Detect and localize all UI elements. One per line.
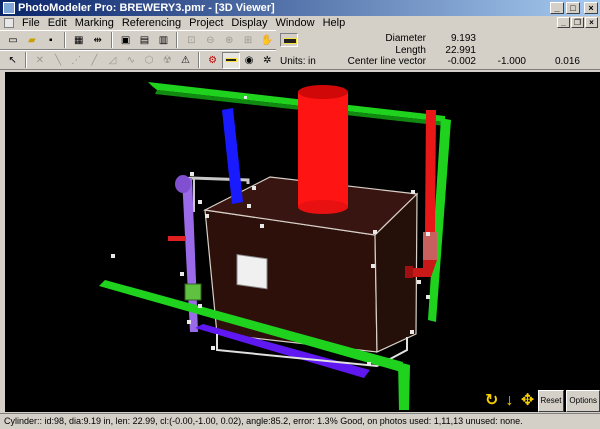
close-button[interactable]: ×	[584, 2, 598, 14]
centerline-y: -1.000	[497, 56, 526, 67]
child-restore-button[interactable]: ❐	[571, 17, 584, 28]
ball-icon[interactable]: ◉	[241, 52, 258, 69]
chart-icon[interactable]: ▥	[154, 32, 172, 49]
walk-icon[interactable]: ⚙	[204, 52, 221, 69]
title-bar: PhotoModeler Pro: BREWERY3.pmr - [3D Vie…	[0, 0, 600, 16]
surface-mark-icon[interactable]: ⬡	[140, 52, 157, 69]
rotate-icon[interactable]: ↻	[484, 392, 500, 410]
photo-table-icon[interactable]: ▦	[70, 32, 88, 49]
measure-panel: Diameter 9.193 Length 22.991 Units: in C…	[276, 30, 600, 70]
link-photos-icon[interactable]: ⇹	[89, 32, 107, 49]
units-value: in	[308, 56, 316, 67]
path-mark-icon[interactable]: ╱	[86, 52, 103, 69]
marking-toolbar: ↖ ✕ ╲ ⋰ ╱ ◿ ∿ ⬡ ☢ ⚠ ⚙ ◉ ✲	[0, 50, 276, 70]
viewer-controls: ↻ ↓ ✥ Reset Options	[484, 390, 600, 412]
menu-file[interactable]: File	[18, 16, 44, 30]
diameter-label: Diameter	[385, 33, 426, 44]
options-button[interactable]: Options	[566, 390, 600, 412]
red-cylinder-bottom	[298, 200, 348, 214]
red-pipe-cap	[405, 266, 413, 278]
status-text: Cylinder:: id:98, dia:9.19 in, len: 22.9…	[4, 416, 523, 426]
menu-edit[interactable]: Edit	[44, 16, 71, 30]
red-cylinder-top	[298, 85, 348, 99]
length-value: 22.991	[445, 45, 476, 56]
menu-help[interactable]: Help	[319, 16, 350, 30]
menu-referencing[interactable]: Referencing	[118, 16, 185, 30]
edge-mark-icon[interactable]: ⋰	[68, 52, 85, 69]
app-icon	[3, 2, 15, 14]
zoom-in-icon[interactable]: ⊕	[220, 32, 238, 49]
window-title: PhotoModeler Pro: BREWERY3.pmr - [3D Vie…	[18, 2, 275, 14]
measure-tape-icon[interactable]	[222, 51, 240, 69]
diameter-value: 9.193	[450, 33, 476, 44]
3d-scene[interactable]	[5, 72, 600, 412]
curve-mark-icon[interactable]: ∿	[122, 52, 139, 69]
menu-marking[interactable]: Marking	[71, 16, 118, 30]
tools-icon[interactable]: ✲	[259, 52, 276, 69]
child-close-button[interactable]: ×	[585, 17, 598, 28]
pointer-icon[interactable]: ↖	[4, 52, 21, 69]
centerline-z: 0.016	[554, 56, 580, 67]
red-pipe-right	[425, 110, 436, 232]
menu-display[interactable]: Display	[227, 16, 271, 30]
measure-units-icon[interactable]	[280, 33, 298, 47]
red-pipe-joint	[423, 232, 437, 260]
main-toolbar: ▭ ▰ ▪ ▦ ⇹ ▣ ▤ ▥ ⊡ ⊖ ⊕ ⊞ ✋	[0, 30, 276, 50]
move-down-icon[interactable]: ↓	[502, 392, 518, 410]
centerline-x: -0.002	[447, 56, 476, 67]
cylinder-mark-icon[interactable]: ◿	[104, 52, 121, 69]
green-pipe-top	[148, 82, 445, 122]
units-label: Units:	[280, 56, 306, 67]
purple-valve	[175, 175, 191, 193]
minimize-button[interactable]: _	[550, 2, 564, 14]
triangle-warning-icon[interactable]: ⚠	[177, 52, 194, 69]
menu-window[interactable]: Window	[271, 16, 318, 30]
table-icon[interactable]: ▤	[136, 32, 154, 49]
save-disk-icon[interactable]: ▪	[42, 32, 60, 49]
menu-bar: File Edit Marking Referencing Project Di…	[0, 16, 600, 30]
length-label: Length	[395, 45, 426, 56]
new-file-icon[interactable]: ▭	[4, 32, 22, 49]
green-pipe-bottom-vertical	[398, 362, 410, 410]
child-minimize-button[interactable]: _	[557, 17, 570, 28]
point-mark-icon[interactable]: ✕	[31, 52, 48, 69]
status-bar: Cylinder:: id:98, dia:9.19 in, len: 22.9…	[0, 413, 600, 429]
centerline-label: Center line vector	[347, 56, 426, 67]
zoom-region-icon[interactable]: ⊡	[182, 32, 200, 49]
menu-project[interactable]: Project	[185, 16, 227, 30]
zoom-all-icon[interactable]: ⊞	[239, 32, 257, 49]
pan-arrows-icon[interactable]: ✥	[520, 392, 536, 410]
document-icon[interactable]	[4, 18, 14, 28]
line-mark-icon[interactable]: ╲	[49, 52, 66, 69]
open-folder-icon[interactable]: ▰	[23, 32, 41, 49]
zoom-out-icon[interactable]: ⊖	[201, 32, 219, 49]
photo-viewer-icon[interactable]: ▣	[117, 32, 135, 49]
red-valve	[168, 236, 186, 241]
3d-viewer[interactable]: ↻ ↓ ✥ Reset Options	[5, 72, 600, 412]
pan-hand-icon[interactable]: ✋	[258, 32, 276, 49]
green-pump	[184, 283, 202, 301]
tank-panel	[236, 254, 268, 290]
red-cylinder	[298, 92, 348, 207]
texture-icon[interactable]: ☢	[159, 52, 176, 69]
reset-button[interactable]: Reset	[537, 390, 565, 412]
maximize-button[interactable]: □	[566, 2, 580, 14]
blue-pipe	[222, 108, 243, 204]
